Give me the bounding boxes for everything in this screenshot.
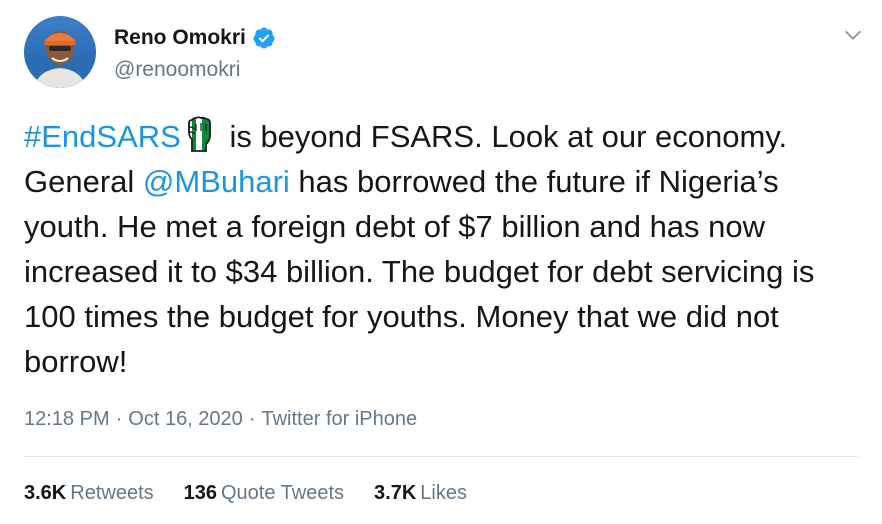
display-name[interactable]: Reno Omokri [114, 26, 246, 50]
retweets-label: Retweets [70, 482, 154, 504]
meta-separator: · [115, 408, 123, 430]
engagement-stats: 3.6K Retweets 136 Quote Tweets 3.7K Likes [24, 482, 467, 505]
quote-tweets-stat[interactable]: 136 Quote Tweets [184, 482, 344, 505]
divider [24, 456, 858, 457]
avatar[interactable] [24, 16, 96, 88]
tweet-meta: 12:18 PM · Oct 16, 2020 · Twitter for iP… [24, 408, 417, 431]
handle[interactable]: @renoomokri [114, 58, 276, 82]
likes-label: Likes [420, 482, 467, 504]
author-block: Reno Omokri @renoomokri [114, 24, 276, 82]
likes-count: 3.7K [374, 482, 417, 504]
tweet-time[interactable]: 12:18 PM [24, 408, 110, 431]
avatar-image [24, 16, 96, 88]
hashtag-link[interactable]: #EndSARS [24, 119, 181, 154]
display-name-row: Reno Omokri [114, 24, 276, 52]
verified-badge-icon [253, 27, 275, 49]
tweet-card: Reno Omokri @renoomokri #EndSARS is beyo… [0, 0, 882, 524]
chevron-down-icon[interactable] [842, 24, 864, 46]
likes-stat[interactable]: 3.7K Likes [374, 482, 467, 505]
mention-link[interactable]: @MBuhari [143, 164, 290, 199]
raised-fist-emoji-icon [188, 116, 211, 152]
meta-separator: · [248, 408, 256, 430]
tweet-text: #EndSARS is beyond FSARS. Look at our ec… [24, 114, 864, 384]
tweet-date[interactable]: Oct 16, 2020 [128, 408, 243, 431]
quote-tweets-count: 136 [183, 482, 217, 504]
retweets-count: 3.6K [24, 482, 67, 504]
quote-tweets-label: Quote Tweets [221, 482, 345, 504]
retweets-stat[interactable]: 3.6K Retweets [24, 482, 154, 505]
tweet-source[interactable]: Twitter for iPhone [261, 408, 417, 431]
